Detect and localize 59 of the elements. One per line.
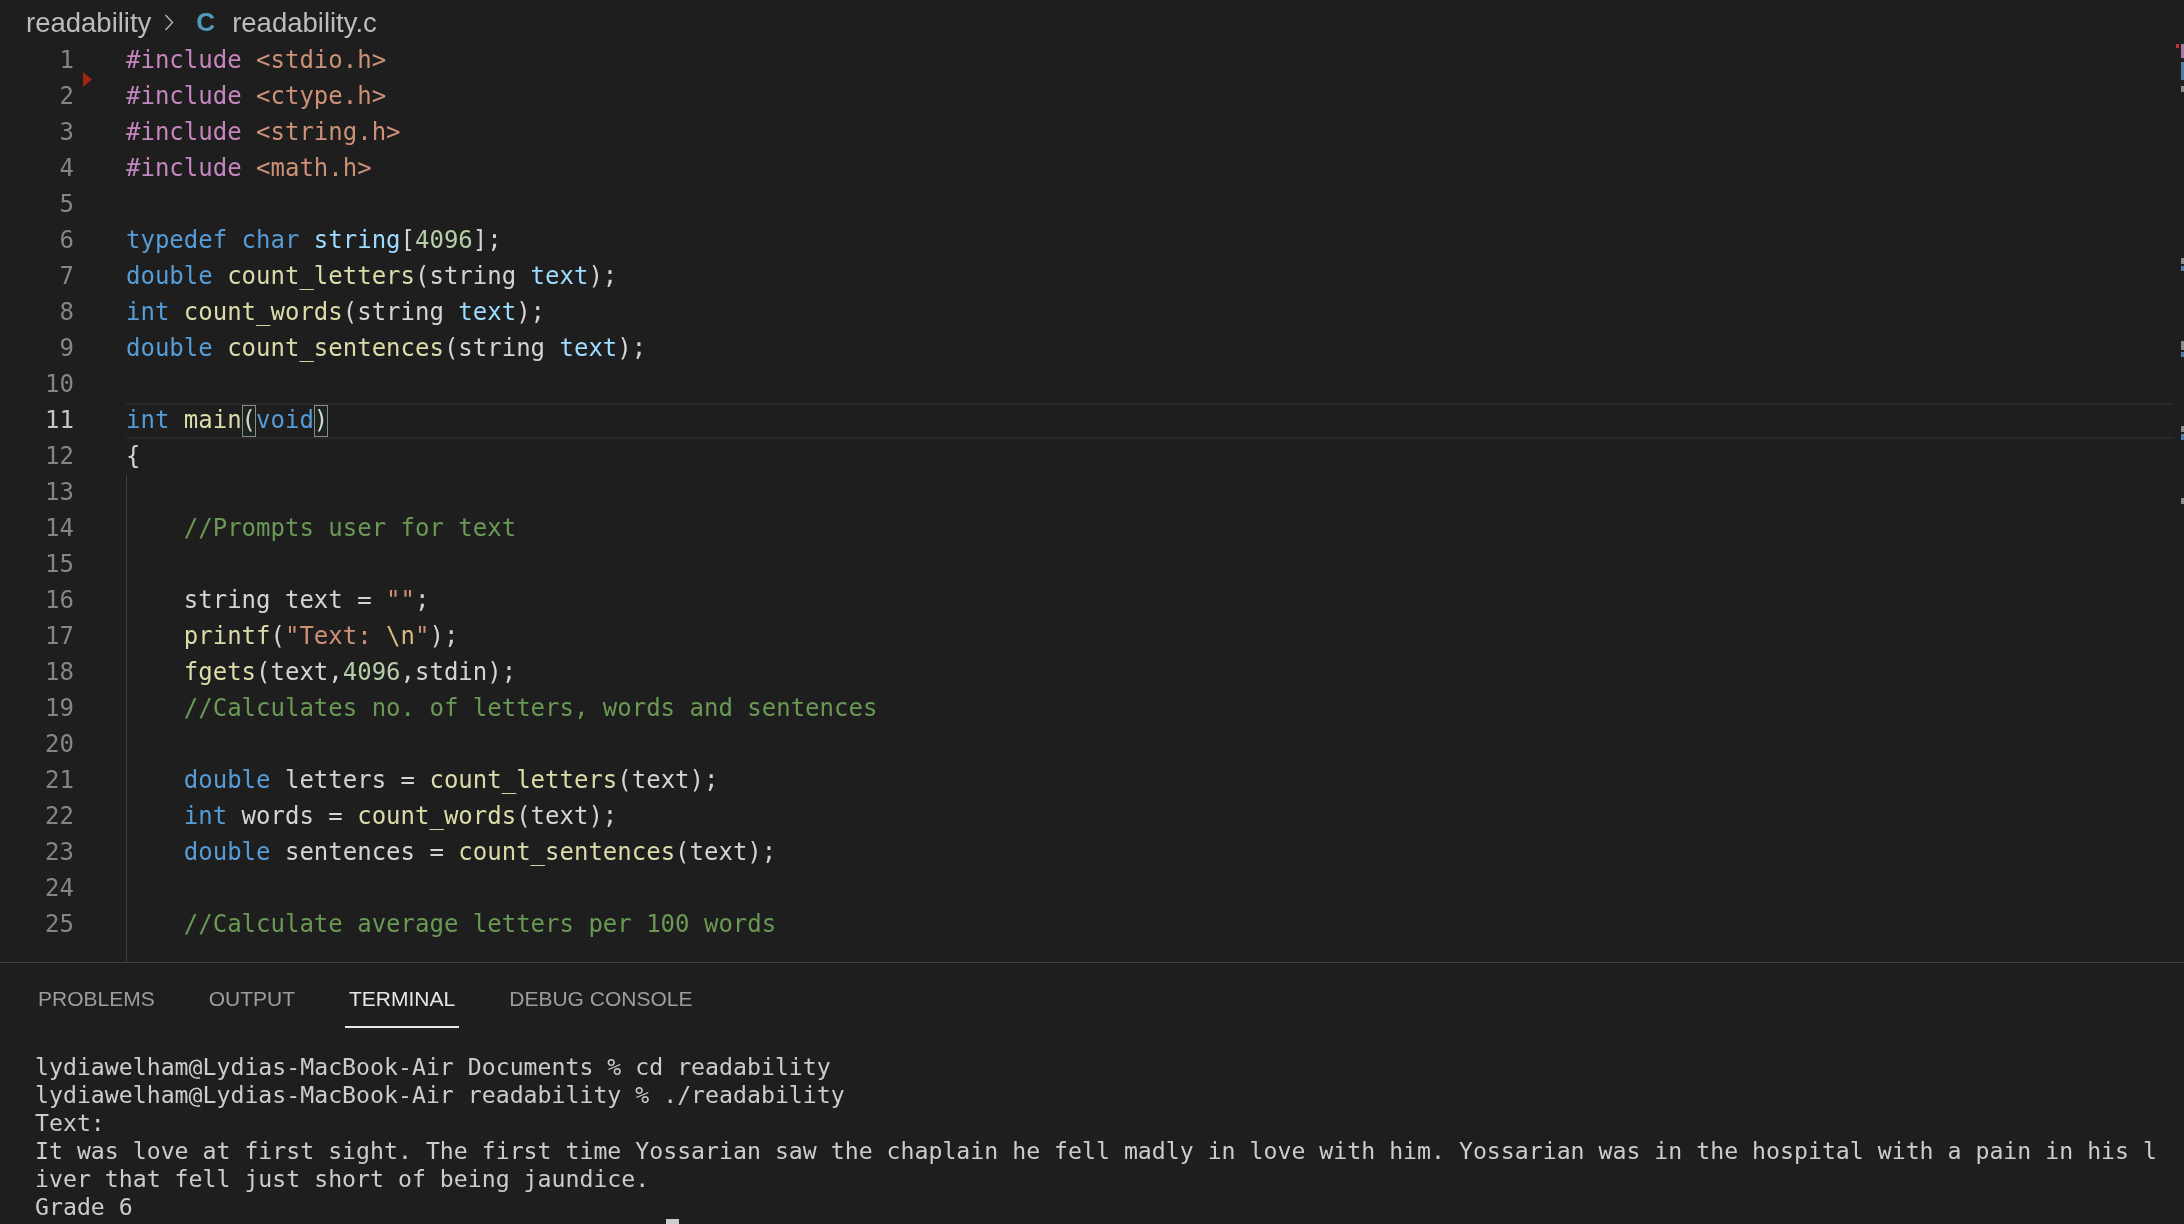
line-number: 22: [44, 801, 75, 832]
chevron-right-icon: [164, 13, 175, 31]
line-number: 19: [44, 693, 75, 724]
code-line: //Prompts user for text: [183, 514, 517, 542]
line-number: 20: [44, 729, 75, 760]
code-line: fgets(text,4096,stdin);: [183, 658, 517, 686]
breadcrumb-item[interactable]: readability: [26, 6, 152, 38]
code-line: string text = "";: [183, 586, 430, 614]
line-number: 12: [44, 441, 75, 472]
line-number: 11: [44, 405, 75, 436]
code-line: int words = count_words(text);: [183, 802, 618, 830]
code-line: typedef char string[4096];: [126, 226, 502, 254]
terminal-line: Grade 6: [35, 1193, 134, 1221]
code-line: int count_words(string text);: [126, 298, 546, 326]
terminal-line: lydiawelham@Lydias-MacBook-Air readability % ./readability: [35, 1081, 846, 1109]
terminal-line: iver that fell just short of being jaundice.: [35, 1165, 651, 1193]
line-number: 8: [58, 297, 75, 328]
code-line: //Calculates no. of letters, words and sentences: [183, 694, 878, 722]
code-line: double count_letters(string text);: [126, 262, 618, 290]
panel-tab[interactable]: TERMINAL: [345, 963, 460, 1028]
code-line: double sentences = count_sentences(text);: [183, 838, 777, 866]
line-number: 13: [44, 477, 75, 508]
terminal-line: lydiawelham@Lydias-MacBook-Air Documents % cd readability: [35, 1053, 832, 1081]
code-line: printf("Text: \n");: [183, 622, 459, 650]
code-line: #include <stdio.h>: [126, 46, 387, 74]
code-line: #include <string.h>: [126, 118, 401, 146]
terminal-line: Text:: [35, 1109, 106, 1137]
line-number: 6: [58, 225, 75, 256]
line-number: 5: [58, 189, 75, 220]
code-line: double count_sentences(string text);: [126, 334, 647, 362]
line-number: 23: [44, 837, 75, 868]
breadcrumb-item[interactable]: readability.c: [232, 6, 377, 38]
line-number: 18: [44, 657, 75, 688]
code-line: double letters = count_letters(text);: [183, 766, 719, 794]
line-number: 24: [44, 873, 75, 904]
line-number: 17: [44, 621, 75, 652]
line-number: 16: [44, 585, 75, 616]
line-number: 1: [58, 45, 75, 76]
line-number: 3: [58, 117, 75, 148]
line-number: 21: [44, 765, 75, 796]
code-line: //Calculate average letters per 100 words: [183, 910, 777, 938]
file-type-icon: C: [196, 6, 216, 38]
code-line: #include <math.h>: [126, 154, 372, 182]
panel-tab[interactable]: PROBLEMS: [34, 963, 159, 1028]
panel-tab[interactable]: DEBUG CONSOLE: [505, 963, 697, 1028]
terminal-line: It was love at first sight. The first time Yossarian saw the chaplain he fell madly in love with him. Yossarian was in the hospital with a pain in his l: [35, 1137, 2158, 1165]
line-number: 10: [44, 369, 75, 400]
line-number: 15: [44, 549, 75, 580]
line-number: 4: [58, 153, 75, 184]
line-number: 25: [44, 909, 75, 940]
line-number: 14: [44, 513, 75, 544]
code-line: #include <ctype.h>: [126, 82, 387, 110]
terminal-cursor: [666, 1219, 679, 1224]
panel-tab[interactable]: OUTPUT: [204, 963, 300, 1028]
line-number: 7: [58, 261, 75, 292]
code-line: {: [126, 442, 141, 470]
line-number: 9: [58, 333, 75, 364]
line-number: 2: [58, 81, 75, 112]
code-line: int main(void): [126, 406, 329, 434]
